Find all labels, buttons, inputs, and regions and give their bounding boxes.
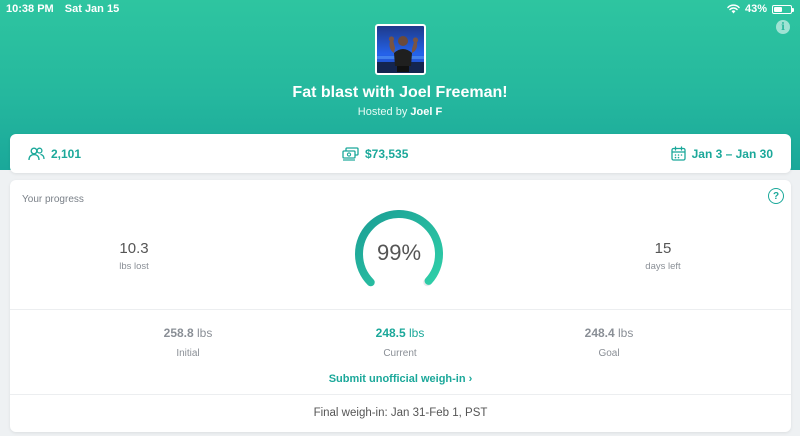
days-left-label: days left: [645, 261, 681, 272]
hosted-by: Hosted by Joel F: [0, 106, 800, 118]
battery-icon: [772, 4, 794, 14]
status-time: 10:38 PM: [6, 3, 54, 15]
lbs-lost-label: lbs lost: [119, 261, 149, 272]
current-weight-label: Current: [383, 348, 417, 359]
final-weighin: Final weigh-in: Jan 31-Feb 1, PST: [313, 407, 488, 419]
dates-stat[interactable]: Jan 3 – Jan 30: [670, 134, 773, 173]
money-icon: [342, 146, 359, 161]
hosted-by-prefix: Hosted by: [357, 106, 408, 118]
lbs-lost-stat: 10.3 lbs lost: [74, 240, 194, 272]
status-date: Sat Jan 15: [64, 3, 120, 15]
host-photo: [375, 24, 426, 75]
initial-weight-label: Initial: [176, 348, 200, 359]
game-stats-bar: 2,101 $73,535 Jan 3 – Jan 30: [10, 134, 791, 173]
current-weight-value: 248.5: [375, 326, 406, 340]
divider: [10, 394, 791, 395]
status-bar: 10:38 PM Sat Jan 15 43%: [0, 0, 800, 18]
submit-weighin-link[interactable]: Submit unofficial weigh-in ›: [10, 373, 791, 385]
goal-weight-label: Goal: [598, 348, 620, 359]
lbs-lost-value: 10.3: [119, 240, 149, 257]
help-icon[interactable]: ?: [768, 188, 784, 204]
initial-weight-value: 258.8: [163, 326, 194, 340]
pot-amount: $73,535: [365, 146, 409, 161]
wifi-icon: [727, 4, 740, 14]
calendar-icon: [670, 146, 686, 161]
battery-level: [774, 6, 782, 12]
progress-label: Your progress: [22, 194, 84, 205]
host-name[interactable]: Joel F: [410, 106, 442, 118]
goal-weight-value: 248.4: [584, 326, 615, 340]
players-stat[interactable]: 2,101: [28, 134, 81, 173]
current-weight: 248.5 lbs Current: [330, 326, 470, 359]
progress-percent: 99%: [376, 240, 422, 265]
players-icon: [28, 147, 45, 160]
goal-weight: 248.4 lbs Goal: [539, 326, 679, 359]
goal-weight-unit: lbs: [618, 326, 634, 340]
initial-weight: 258.8 lbs Initial: [118, 326, 258, 359]
days-left-stat: 15 days left: [603, 240, 723, 272]
progress-card: Your progress ? 10.3 lbs lost 99% 15 day…: [10, 180, 791, 432]
divider: [10, 309, 791, 310]
info-icon[interactable]: i: [776, 20, 790, 34]
game-title: Fat blast with Joel Freeman!: [292, 84, 508, 101]
chevron-right-icon: ›: [468, 373, 473, 385]
submit-weighin-label: Submit unofficial weigh-in: [328, 373, 466, 385]
pot-stat[interactable]: $73,535: [342, 134, 408, 173]
players-count: 2,101: [51, 146, 82, 161]
battery-percent: 43%: [744, 3, 767, 15]
game-dates: Jan 3 – Jan 30: [691, 146, 773, 161]
days-left-value: 15: [654, 240, 672, 257]
host-photo-image: [377, 36, 424, 73]
current-weight-unit: lbs: [409, 326, 425, 340]
initial-weight-unit: lbs: [197, 326, 213, 340]
